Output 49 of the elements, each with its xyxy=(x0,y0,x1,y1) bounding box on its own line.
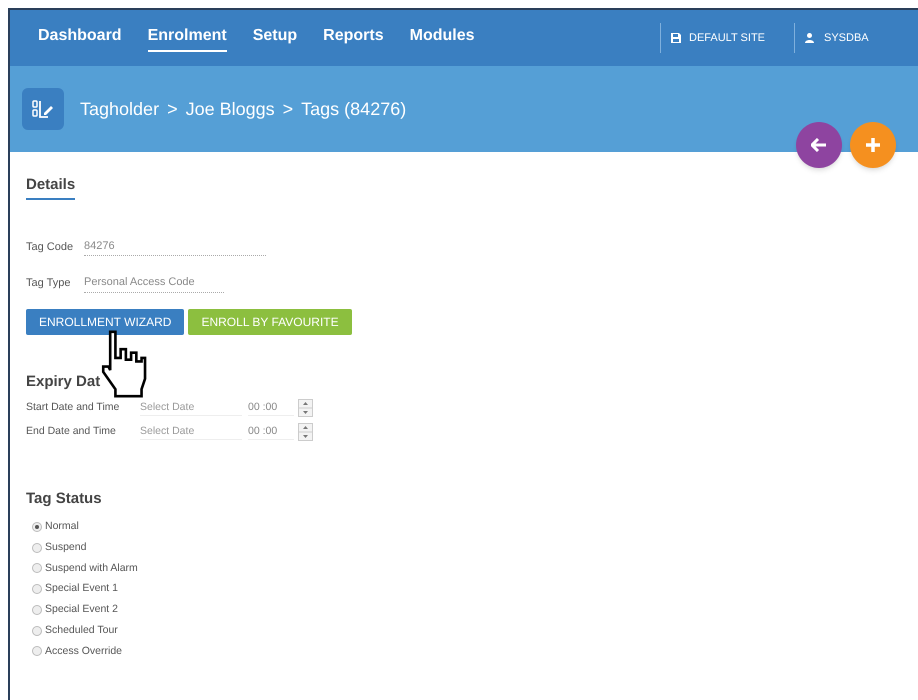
user-icon xyxy=(805,33,814,43)
field-label: Tag Code xyxy=(26,240,74,254)
radio-button[interactable] xyxy=(32,542,42,553)
details-tab[interactable]: Details xyxy=(26,174,76,200)
spinner-icon[interactable] xyxy=(298,399,313,417)
radio-label: Suspend xyxy=(45,540,86,555)
radio-button[interactable] xyxy=(32,584,42,594)
back-button[interactable] xyxy=(796,122,842,168)
section-heading: Tag Status xyxy=(26,489,102,509)
nav-link[interactable]: Modules xyxy=(410,24,474,52)
breadcrumb-link[interactable]: Tagholder xyxy=(80,96,160,122)
arrow-left-icon xyxy=(811,138,827,152)
field-label: Tag Type xyxy=(26,276,72,291)
breadcrumb-separator: > xyxy=(167,98,178,120)
action-button[interactable]: ENROLL BY FAVOURITE xyxy=(188,308,352,334)
tag-edit-icon xyxy=(22,88,64,130)
nav-link[interactable]: Setup xyxy=(252,24,298,52)
time-field[interactable]: 00 :00 xyxy=(248,424,294,440)
nav-link[interactable]: Dashboard xyxy=(38,24,122,52)
radio-button[interactable] xyxy=(32,604,42,615)
site-selector[interactable]: DEFAULT SITE xyxy=(689,30,766,46)
field-value[interactable]: 84276 xyxy=(84,238,266,256)
date-field[interactable]: Select Date xyxy=(140,400,242,416)
radio-label: Suspend with Alarm xyxy=(45,560,138,576)
add-button[interactable] xyxy=(850,122,896,168)
radio-label: Special Event 2 xyxy=(45,602,118,617)
nav-link[interactable]: Reports xyxy=(323,24,384,52)
radio-button[interactable] xyxy=(32,563,42,574)
breadcrumb-link[interactable]: Joe Bloggs xyxy=(186,96,275,122)
field-value[interactable]: Personal Access Code xyxy=(84,274,224,292)
section-heading: Expiry Dat xyxy=(26,372,100,392)
breadcrumb-link[interactable]: Tags (84276) xyxy=(301,96,406,122)
action-button[interactable]: ENROLLMENT WIZARD xyxy=(26,308,184,334)
radio-label: Scheduled Tour xyxy=(45,622,118,638)
field-label: End Date and Time xyxy=(26,424,117,440)
field-label: Start Date and Time xyxy=(26,400,120,416)
radio-button[interactable] xyxy=(32,646,42,656)
user-menu[interactable]: SYSDBA xyxy=(824,30,869,46)
time-field[interactable]: 00 :00 xyxy=(248,400,294,416)
spinner-icon[interactable] xyxy=(298,423,313,441)
radio-label: Special Event 1 xyxy=(45,581,118,596)
radio-button[interactable] xyxy=(32,522,42,532)
nav-link[interactable]: Enrolment xyxy=(148,24,227,52)
breadcrumb-separator: > xyxy=(282,98,294,120)
radio-label: Normal xyxy=(45,519,79,534)
radio-button[interactable] xyxy=(32,626,42,636)
radio-label: Access Override xyxy=(45,644,122,658)
plus-icon xyxy=(866,138,880,152)
date-field[interactable]: Select Date xyxy=(140,424,242,440)
